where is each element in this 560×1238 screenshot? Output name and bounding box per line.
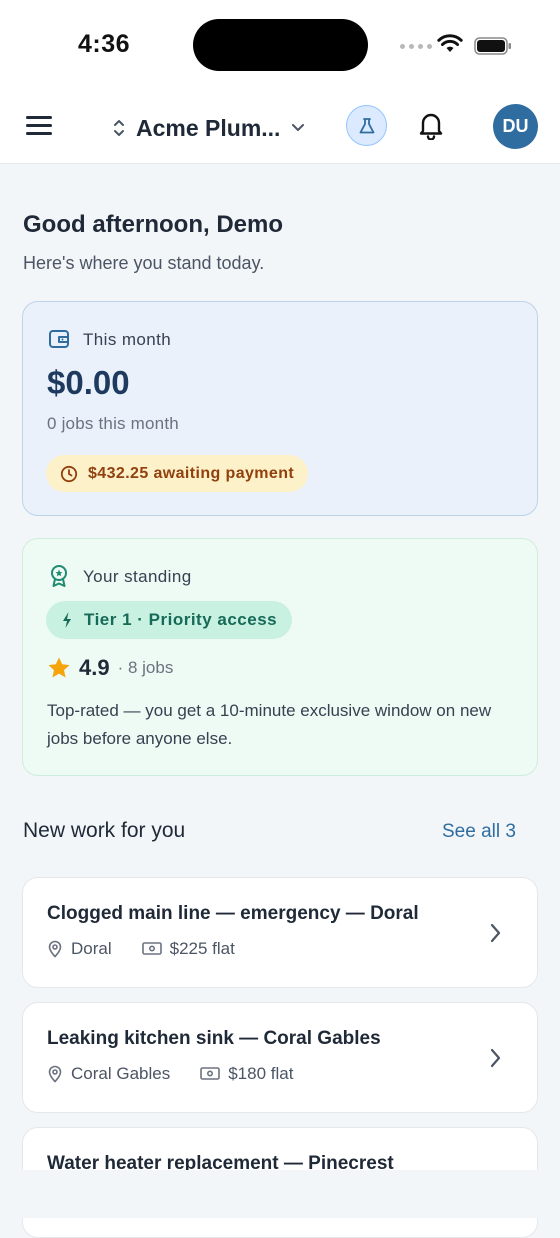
status-time: 4:36: [78, 30, 131, 58]
job-meta: Doral $225 flat: [47, 939, 235, 959]
beta-flask-button[interactable]: [346, 105, 387, 146]
earnings-jobs-count: 0 jobs this month: [47, 414, 179, 433]
greeting-title: Good afternoon, Demo: [23, 211, 283, 238]
greeting-subtitle: Here's where you stand today.: [23, 253, 265, 273]
clock-icon: [60, 465, 78, 482]
location-pin-icon: [48, 1065, 62, 1083]
avatar[interactable]: DU: [493, 104, 538, 149]
location-pin-icon: [48, 940, 62, 958]
dynamic-island: [193, 19, 368, 71]
job-title: Leaking kitchen sink — Coral Gables: [47, 1028, 381, 1049]
earnings-amount: $0.00: [47, 364, 130, 401]
section-title-new-work: New work for you: [23, 819, 186, 842]
job-meta: Coral Gables $180 flat: [47, 1064, 293, 1084]
job-title: Clogged main line — emergency — Doral: [47, 903, 419, 924]
cellular-signal-icon: [400, 44, 432, 49]
chevron-right-icon: [490, 923, 501, 943]
wifi-icon: [437, 34, 463, 52]
chevron-down-icon: [292, 124, 305, 131]
job-price: $225 flat: [169, 939, 235, 958]
job-location: Doral: [71, 939, 112, 958]
see-all-link[interactable]: See all 3: [442, 821, 516, 843]
wallet-icon: [49, 330, 69, 348]
job-card[interactable]: Clogged main line — emergency — Doral Do…: [22, 877, 538, 988]
standing-description: Top-rated — you get a 10-minute exclusiv…: [47, 701, 492, 748]
chevron-right-icon: [490, 1048, 501, 1068]
battery-icon: [474, 37, 511, 55]
job-price: $180 flat: [228, 1064, 294, 1083]
bottom-safe-area: [0, 1170, 560, 1218]
pending-payment-text: $432.25 awaiting payment: [88, 464, 295, 482]
lightning-icon: [63, 612, 71, 628]
org-switcher[interactable]: Acme Plum...: [112, 110, 306, 146]
app-header: Acme Plum... DU: [0, 92, 560, 164]
rating-value: 4.9: [79, 655, 110, 680]
earnings-card[interactable]: This month $0.00 0 jobs this month $432.…: [22, 301, 538, 516]
cash-icon: [141, 942, 162, 955]
earnings-label: This month: [83, 330, 172, 349]
standing-label: Your standing: [83, 567, 192, 586]
menu-icon[interactable]: [26, 116, 52, 136]
award-icon: [51, 565, 67, 587]
job-location: Coral Gables: [71, 1064, 171, 1083]
cash-icon: [200, 1067, 221, 1080]
tier-text: Tier 1 · Priority access: [84, 610, 278, 629]
rating-jobs-count: · 8 jobs: [117, 658, 174, 677]
flask-icon: [359, 117, 374, 133]
pending-payment-badge[interactable]: $432.25 awaiting payment: [46, 455, 309, 492]
tier-badge: Tier 1 · Priority access: [46, 601, 293, 639]
sort-updown-icon: [114, 120, 124, 136]
star-icon: [48, 657, 70, 678]
bell-icon[interactable]: [417, 110, 445, 140]
job-card[interactable]: Leaking kitchen sink — Coral Gables Cora…: [22, 1002, 538, 1113]
org-name: Acme Plum...: [136, 114, 281, 141]
status-bar: 4:36: [0, 0, 560, 92]
rating-row: 4.9 · 8 jobs: [47, 655, 173, 681]
standing-card[interactable]: Your standing Tier 1 · Priority access 4…: [22, 538, 538, 776]
